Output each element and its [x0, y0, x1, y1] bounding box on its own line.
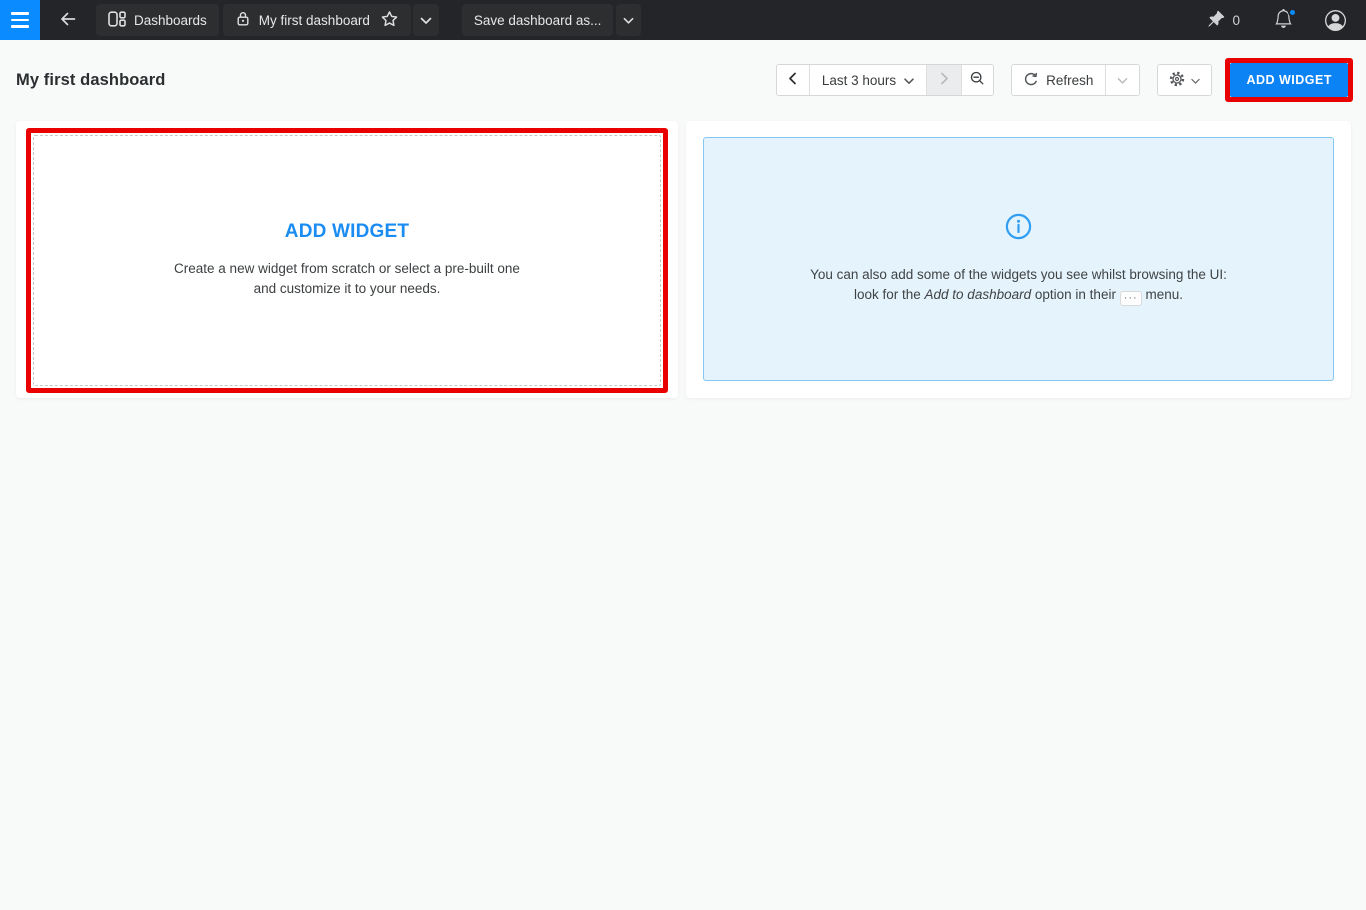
arrow-left-icon — [58, 9, 78, 32]
top-navigation-bar: Dashboards My first dashboard Save dashb… — [0, 0, 1366, 40]
chevron-down-icon — [623, 13, 634, 28]
time-shift-back-button[interactable] — [777, 65, 809, 95]
refresh-label: Refresh — [1046, 73, 1093, 88]
add-to-dashboard-phrase: Add to dashboard — [925, 287, 1032, 302]
pin-icon — [1207, 10, 1225, 31]
ellipsis-menu-icon: ··· — [1120, 291, 1142, 306]
pinned-items-button[interactable]: 0 — [1197, 0, 1250, 40]
breadcrumb-current-dashboard-button[interactable]: My first dashboard — [223, 4, 411, 36]
notification-dot — [1288, 8, 1297, 17]
add-widget-description-line1: Create a new widget from scratch or sele… — [174, 259, 520, 279]
info-text-line2: look for the Add to dashboard option in … — [810, 285, 1227, 306]
topbar-right-cluster: 0 — [1197, 0, 1366, 40]
refresh-interval-dropdown[interactable] — [1105, 65, 1139, 95]
time-range-control: Last 3 hours — [776, 64, 994, 96]
chevron-down-icon — [1117, 73, 1128, 88]
info-panel: You can also add some of the widgets you… — [686, 121, 1351, 398]
chevron-down-icon — [1191, 73, 1200, 88]
zoom-out-icon — [970, 71, 985, 89]
add-widget-panel[interactable]: ADD WIDGET Create a new widget from scra… — [16, 121, 678, 398]
breadcrumb-dashboards-label: Dashboards — [134, 13, 207, 28]
dashboard-settings-dropdown[interactable] — [1158, 65, 1211, 95]
dashboards-grid-icon — [108, 11, 126, 30]
back-button[interactable] — [48, 0, 88, 40]
time-zoom-out-button[interactable] — [961, 65, 993, 95]
add-widget-description-line2: and customize it to your needs. — [174, 279, 520, 299]
info-text-line1: You can also add some of the widgets you… — [810, 265, 1227, 285]
current-dashboard-label: My first dashboard — [259, 13, 370, 28]
chevron-down-icon — [904, 73, 914, 88]
add-widget-panel-content: ADD WIDGET Create a new widget from scra… — [16, 121, 678, 398]
chevron-down-icon — [420, 13, 432, 28]
refresh-control: Refresh — [1011, 64, 1140, 96]
save-dashboard-as-label: Save dashboard as... — [474, 13, 602, 28]
save-dashboard-as-button[interactable]: Save dashboard as... — [462, 4, 614, 36]
time-range-label: Last 3 hours — [822, 73, 896, 88]
hamburger-menu-icon[interactable] — [0, 0, 40, 40]
annotation-highlight-add-widget-button: ADD WIDGET — [1225, 58, 1353, 102]
time-range-dropdown[interactable]: Last 3 hours — [809, 65, 926, 95]
chevron-right-icon — [940, 72, 949, 88]
lock-icon — [235, 10, 251, 30]
refresh-button[interactable]: Refresh — [1012, 65, 1105, 95]
chevron-left-icon — [788, 72, 797, 88]
gear-icon — [1169, 71, 1185, 90]
save-options-chevron-button[interactable] — [616, 4, 641, 36]
star-outline-icon[interactable] — [380, 10, 399, 31]
notifications-button[interactable] — [1262, 0, 1305, 40]
page-title: My first dashboard — [16, 71, 165, 90]
page-header: My first dashboard Last 3 hours — [0, 56, 1366, 104]
user-avatar-icon[interactable] — [1313, 0, 1356, 40]
dashboard-settings-control — [1157, 64, 1212, 96]
refresh-icon — [1024, 72, 1038, 89]
pin-count: 0 — [1232, 13, 1240, 28]
add-widget-panel-title: ADD WIDGET — [285, 221, 409, 243]
dashboard-options-chevron-button[interactable] — [413, 4, 439, 36]
info-hint-box: You can also add some of the widgets you… — [703, 137, 1334, 381]
add-widget-button[interactable]: ADD WIDGET — [1230, 63, 1348, 97]
time-shift-forward-button[interactable] — [926, 65, 961, 95]
breadcrumb-dashboards-button[interactable]: Dashboards — [96, 4, 219, 36]
info-circle-icon — [1005, 213, 1032, 245]
